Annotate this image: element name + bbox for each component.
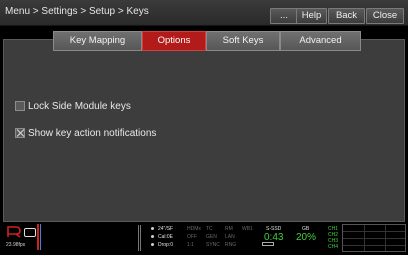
tab-bar: Key Mapping Options Soft Keys Advanced xyxy=(53,31,361,51)
status-divider xyxy=(140,225,141,251)
lock-side-module-option[interactable]: Lock Side Module keys xyxy=(15,100,131,112)
camera-icon xyxy=(24,228,36,237)
tab-advanced[interactable]: Advanced xyxy=(280,31,361,51)
tc-label: TC xyxy=(206,226,213,232)
audio-meter-grid xyxy=(342,224,406,252)
status-dot-icon xyxy=(151,243,154,246)
gen-label: GEN xyxy=(206,234,217,240)
lock-side-module-label: Lock Side Module keys xyxy=(28,100,131,112)
shutter-readout: 24"/SF xyxy=(158,226,174,232)
sync-label: SYNC xyxy=(206,242,220,248)
status-divider xyxy=(138,225,139,251)
options-panel: Lock Side Module keys Show key action no… xyxy=(3,39,405,222)
wb-label: WB1 xyxy=(242,226,253,232)
rm-label: RM xyxy=(225,226,233,232)
gb-value: 20% xyxy=(296,232,317,243)
fps-readout: 23.98fps xyxy=(6,242,26,248)
title-bar: Menu > Settings > Setup > Keys ... Help … xyxy=(0,0,408,26)
status-dot-icon xyxy=(151,227,154,230)
more-button[interactable]: ... xyxy=(270,8,298,24)
lan-label: LAN xyxy=(225,234,235,240)
status-dot-icon xyxy=(151,235,154,238)
cal-readout: Cal:0E xyxy=(158,234,174,240)
tab-key-mapping[interactable]: Key Mapping xyxy=(53,31,142,51)
show-notifications-label: Show key action notifications xyxy=(28,127,157,139)
breadcrumb: Menu > Settings > Setup > Keys xyxy=(5,6,149,17)
channel-4: CH4 xyxy=(328,244,339,250)
ratio-label: 1:1 xyxy=(187,242,194,248)
hdmx-label: HDMx xyxy=(187,226,201,232)
close-button[interactable]: Close xyxy=(366,8,404,24)
lock-side-module-checkbox[interactable] xyxy=(15,101,25,111)
battery-icon xyxy=(262,242,274,246)
camera-menu-screen: Menu > Settings > Setup > Keys ... Help … xyxy=(0,0,408,255)
tab-soft-keys[interactable]: Soft Keys xyxy=(206,31,280,51)
rng-label: RNG xyxy=(225,242,237,248)
back-button[interactable]: Back xyxy=(328,8,365,24)
off-label: OFF xyxy=(187,234,197,240)
tab-options[interactable]: Options xyxy=(142,31,206,51)
show-notifications-checkbox[interactable] xyxy=(15,128,25,138)
show-notifications-option[interactable]: Show key action notifications xyxy=(15,127,156,139)
audio-level-icon xyxy=(37,224,41,250)
help-button[interactable]: Help xyxy=(296,8,327,24)
drop-readout: Drop:0 xyxy=(158,242,174,248)
